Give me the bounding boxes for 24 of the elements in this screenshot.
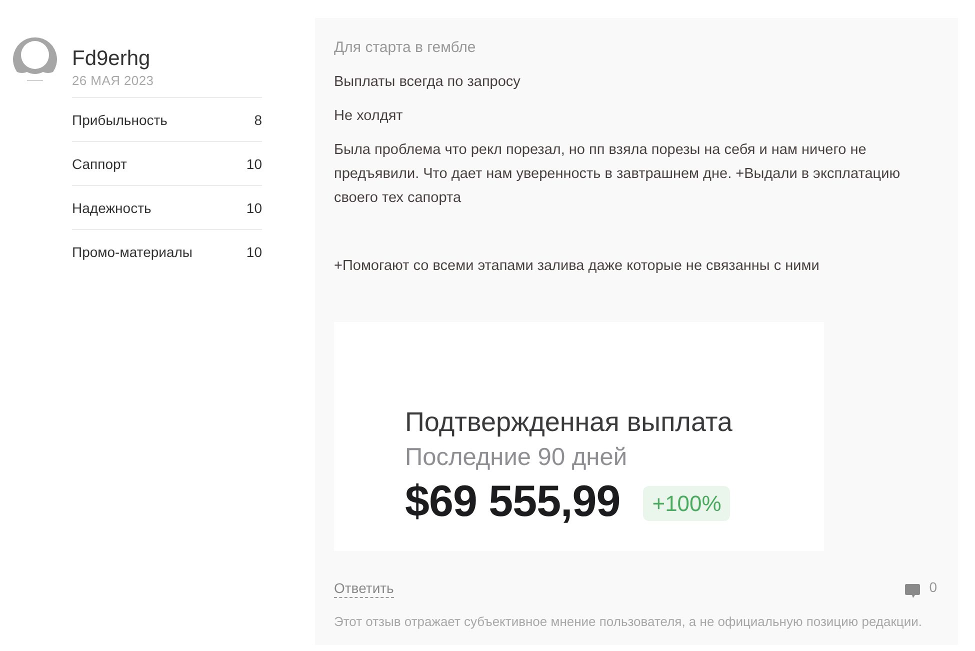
disclaimer-text: Этот отзыв отражает субъективное мнение пользователя, а не официальную позицию редакции. xyxy=(334,613,922,631)
review-date: 26 МАЯ 2023 xyxy=(72,73,154,89)
comment-icon xyxy=(905,584,920,598)
reply-link[interactable]: Ответить xyxy=(334,580,394,598)
rating-score: 10 xyxy=(246,200,262,216)
payout-amount: $69 555,99 xyxy=(405,478,620,526)
rating-label: Промо-материалы xyxy=(72,244,192,260)
review-paragraph: Выплаты всегда по запросу xyxy=(334,73,522,92)
author-name: Fd9erhg xyxy=(72,47,150,71)
review-paragraph: Не холдят xyxy=(334,107,404,126)
review-title: Для старта в гембле xyxy=(334,38,476,58)
change-badge: +100% xyxy=(643,486,730,520)
payout-title: Подтвержденная выплата xyxy=(405,406,732,438)
rating-label: Саппорт xyxy=(72,156,127,172)
review-paragraph: +Помогают со всеми этапами залива даже которые не связанны с ними xyxy=(334,257,820,276)
review-paragraph: Была проблема что рекл порезал, но пп взяла порезы на себя и нам ничего не предъявили. Что дает нам уверенность в завтрашнем дне. +Выдали в эксплатацию своего тех сапорта xyxy=(334,141,902,208)
payout-period: Последние 90 дней xyxy=(405,444,628,472)
rating-label: Прибыльность xyxy=(72,112,168,128)
comment-count: 0 xyxy=(929,579,937,595)
rating-score: 10 xyxy=(246,244,262,260)
rating-label: Надежность xyxy=(72,200,152,216)
rating-score: 10 xyxy=(246,156,262,172)
rating-score: 8 xyxy=(254,112,262,128)
avatar-icon xyxy=(12,36,58,82)
